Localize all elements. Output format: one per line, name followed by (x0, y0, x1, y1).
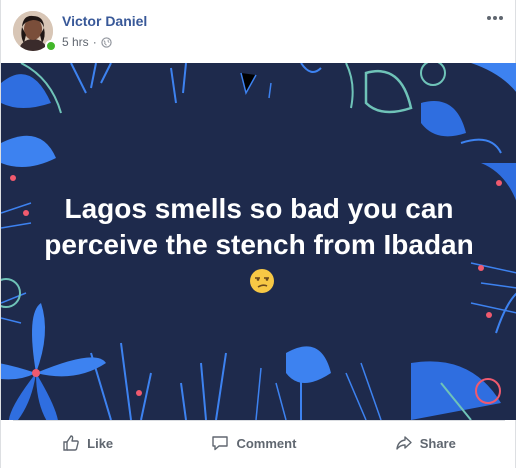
share-label: Share (419, 435, 456, 451)
post-actions-bar: Like Comment Share (13, 420, 505, 465)
post-background-card[interactable]: Lagos smells so bad you can perceive the… (1, 63, 516, 420)
globe-icon[interactable] (101, 36, 112, 48)
post-header: Victor Daniel 5 hrs · (1, 0, 516, 63)
online-status-dot (45, 40, 57, 52)
like-button[interactable]: Like (62, 434, 113, 452)
post-meta: 5 hrs · (62, 35, 112, 49)
meta-separator: · (92, 35, 97, 49)
more-horizontal-icon (487, 16, 503, 20)
comment-button[interactable]: Comment (211, 434, 296, 452)
comment-label: Comment (236, 435, 297, 451)
post-time[interactable]: 5 hrs (62, 35, 89, 49)
post-text: Lagos smells so bad you can perceive the… (31, 191, 487, 299)
post-text-content: Lagos smells so bad you can perceive the… (44, 193, 474, 260)
thumbs-up-icon (63, 435, 79, 451)
like-label: Like (87, 435, 114, 451)
unamused-face-emoji (250, 269, 274, 293)
post-card: Victor Daniel 5 hrs · Lagos smells so ba… (0, 0, 516, 468)
comment-bubble-icon (212, 436, 229, 451)
author-name[interactable]: Victor Daniel (62, 13, 147, 29)
share-button[interactable]: Share (395, 434, 456, 452)
share-arrow-icon (396, 436, 412, 450)
more-options-button[interactable] (483, 8, 507, 28)
